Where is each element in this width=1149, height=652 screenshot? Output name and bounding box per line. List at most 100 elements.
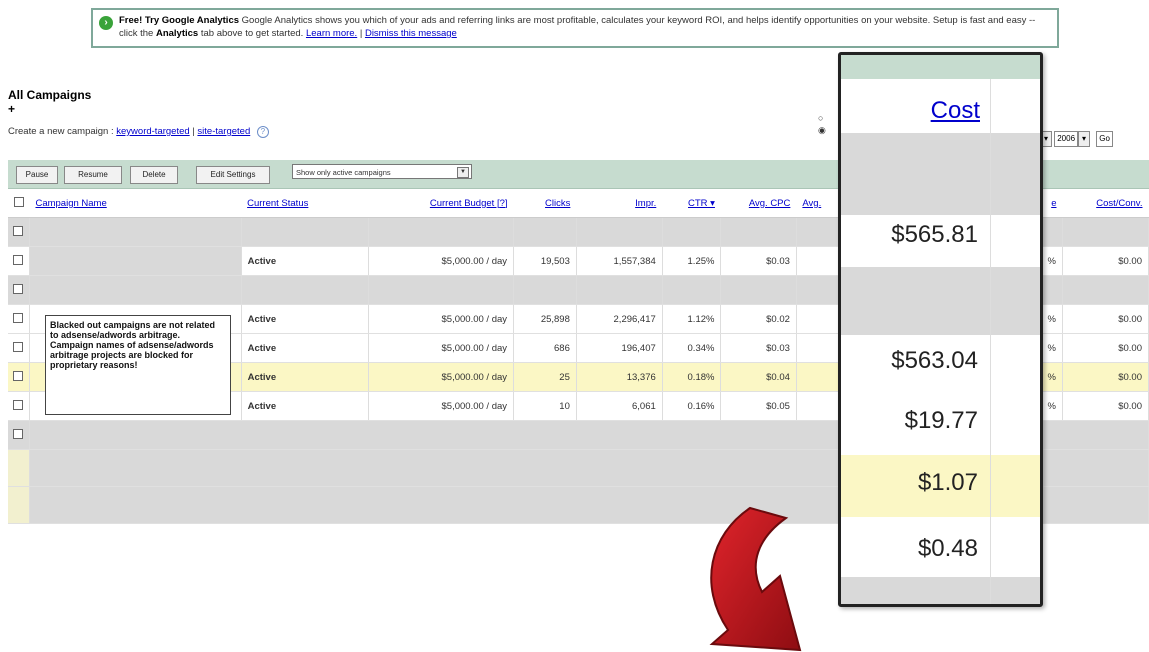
cell-impr bbox=[576, 217, 663, 247]
create-campaign-row: Create a new campaign : keyword-targeted… bbox=[8, 126, 269, 138]
help-icon[interactable]: ? bbox=[256, 126, 269, 138]
year-select-arrow[interactable]: ▾ bbox=[1078, 131, 1091, 147]
cell-impr: 1,557,384 bbox=[576, 246, 663, 276]
col-clicks[interactable]: Clicks bbox=[513, 189, 577, 218]
cell-cost-conv bbox=[1062, 217, 1149, 247]
cell-clicks: 19,503 bbox=[513, 246, 577, 276]
cell-ctr: 0.34% bbox=[662, 333, 722, 363]
row-checkbox[interactable] bbox=[8, 391, 30, 421]
cell-impr: 6,061 bbox=[576, 391, 663, 421]
cell-ctr bbox=[662, 217, 722, 247]
page-title: All Campaigns bbox=[8, 88, 92, 102]
col-impr[interactable]: Impr. bbox=[576, 189, 663, 218]
cell-cost-conv: $0.00 bbox=[1062, 362, 1149, 392]
row-checkbox[interactable] bbox=[8, 333, 30, 363]
row-checkbox[interactable] bbox=[8, 246, 30, 276]
cell-status: Active bbox=[241, 362, 370, 392]
cost-value: $563.04 bbox=[891, 347, 978, 374]
cell-ctr bbox=[662, 275, 722, 305]
analytics-banner: › Free! Try Google Analytics Google Anal… bbox=[91, 8, 1059, 48]
filter-value: Show only active campaigns bbox=[296, 168, 391, 177]
keyword-targeted-link[interactable]: keyword-targeted bbox=[116, 126, 189, 137]
curved-arrow-icon bbox=[709, 506, 802, 652]
row-checkbox[interactable] bbox=[8, 217, 30, 247]
col-campaign-name[interactable]: Campaign Name bbox=[29, 189, 242, 218]
banner-lead: Free! Try Google Analytics bbox=[119, 15, 240, 26]
cell-budget: $5,000.00 / day bbox=[368, 391, 515, 421]
date-selector: ▾ 2006 ▾ Go bbox=[1040, 131, 1113, 147]
col-avg-cpc[interactable]: Avg. CPC bbox=[720, 189, 797, 218]
pause-button[interactable]: Pause bbox=[16, 166, 58, 184]
cell-name bbox=[29, 275, 242, 305]
cell-ctr: 1.12% bbox=[662, 304, 722, 334]
cell-budget: $5,000.00 / day bbox=[368, 362, 515, 392]
banner-analytics-word: Analytics bbox=[155, 28, 199, 39]
row-checkbox[interactable] bbox=[8, 304, 30, 334]
cell-clicks: 10 bbox=[513, 391, 577, 421]
analytics-arrow-icon: › bbox=[99, 16, 113, 30]
col-current-status[interactable]: Current Status bbox=[241, 189, 369, 218]
cell-status: Active bbox=[241, 333, 370, 363]
site-targeted-link[interactable]: site-targeted bbox=[197, 126, 250, 137]
select-all-checkbox[interactable] bbox=[8, 189, 30, 218]
zoom-blackout-2 bbox=[841, 267, 1040, 335]
cost-zoom-callout: Cost $565.81 $563.04 $19.77 $1.07 $0.48 bbox=[838, 52, 1043, 607]
expand-icon[interactable]: + bbox=[8, 102, 15, 116]
go-button[interactable]: Go bbox=[1096, 131, 1113, 147]
cost-value: $0.48 bbox=[917, 535, 978, 562]
date-radio-1[interactable]: ○ bbox=[818, 112, 826, 124]
cell-impr: 13,376 bbox=[576, 362, 663, 392]
zoom-column-divider bbox=[990, 79, 991, 604]
cell-cpc: $0.02 bbox=[720, 304, 797, 334]
cell-cpc: $0.04 bbox=[720, 362, 797, 392]
edit-settings-button[interactable]: Edit Settings bbox=[196, 166, 270, 184]
resume-button[interactable]: Resume bbox=[64, 166, 122, 184]
zoom-header-band bbox=[841, 55, 1040, 79]
cell-impr bbox=[576, 275, 663, 305]
cell-ctr: 0.18% bbox=[662, 362, 722, 392]
learn-more-link[interactable]: Learn more. bbox=[306, 28, 357, 39]
col-current-budget[interactable]: Current Budget [?] bbox=[368, 189, 514, 218]
cell-status bbox=[241, 275, 370, 305]
year-select[interactable]: 2006 bbox=[1054, 131, 1079, 147]
cell-budget: $5,000.00 / day bbox=[368, 333, 515, 363]
campaign-filter-select[interactable]: Show only active campaigns ▼ bbox=[292, 164, 472, 179]
cell-cost-conv: $0.00 bbox=[1062, 246, 1149, 276]
cell-cpc bbox=[720, 275, 797, 305]
cell-ctr: 1.25% bbox=[662, 246, 722, 276]
row-checkbox[interactable] bbox=[8, 362, 30, 392]
date-radio-2[interactable]: ◉ bbox=[818, 124, 826, 136]
cell-clicks: 686 bbox=[513, 333, 577, 363]
cell-impr: 196,407 bbox=[576, 333, 663, 363]
footer-cell bbox=[8, 449, 30, 487]
zoom-blackout-1 bbox=[841, 133, 1040, 215]
cell-cost-conv: $0.00 bbox=[1062, 333, 1149, 363]
cell-status: Active bbox=[241, 304, 370, 334]
date-range-radios: ○ ◉ bbox=[818, 112, 826, 136]
cell-cost-conv bbox=[1062, 275, 1149, 305]
cell-ctr: 0.16% bbox=[662, 391, 722, 421]
cell-status bbox=[241, 217, 370, 247]
cell-budget bbox=[368, 275, 515, 305]
cost-column-header[interactable]: Cost bbox=[931, 97, 980, 125]
cell-cpc: $0.05 bbox=[720, 391, 797, 421]
col-cost-per-conv[interactable]: Cost/Conv. bbox=[1062, 189, 1149, 218]
cell-impr: 2,296,417 bbox=[576, 304, 663, 334]
dismiss-link[interactable]: Dismiss this message bbox=[365, 28, 457, 39]
cell-budget: $5,000.00 / day bbox=[368, 304, 515, 334]
cell-cost-conv: $0.00 bbox=[1062, 304, 1149, 334]
chevron-down-icon: ▼ bbox=[457, 167, 469, 178]
cost-value: $1.07 bbox=[917, 469, 978, 496]
row-checkbox[interactable] bbox=[8, 420, 30, 450]
cell-cpc: $0.03 bbox=[720, 333, 797, 363]
cell-budget bbox=[368, 217, 515, 247]
delete-button[interactable]: Delete bbox=[130, 166, 178, 184]
cell-status: Active bbox=[241, 246, 370, 276]
cell-cpc: $0.03 bbox=[720, 246, 797, 276]
cell-cpc bbox=[720, 217, 797, 247]
row-checkbox[interactable] bbox=[8, 275, 30, 305]
banner-text-tail: tab above to get started. bbox=[200, 28, 304, 39]
footer-cell bbox=[8, 486, 30, 524]
cell-clicks bbox=[513, 217, 577, 247]
col-ctr[interactable]: CTR ▾ bbox=[662, 189, 721, 218]
